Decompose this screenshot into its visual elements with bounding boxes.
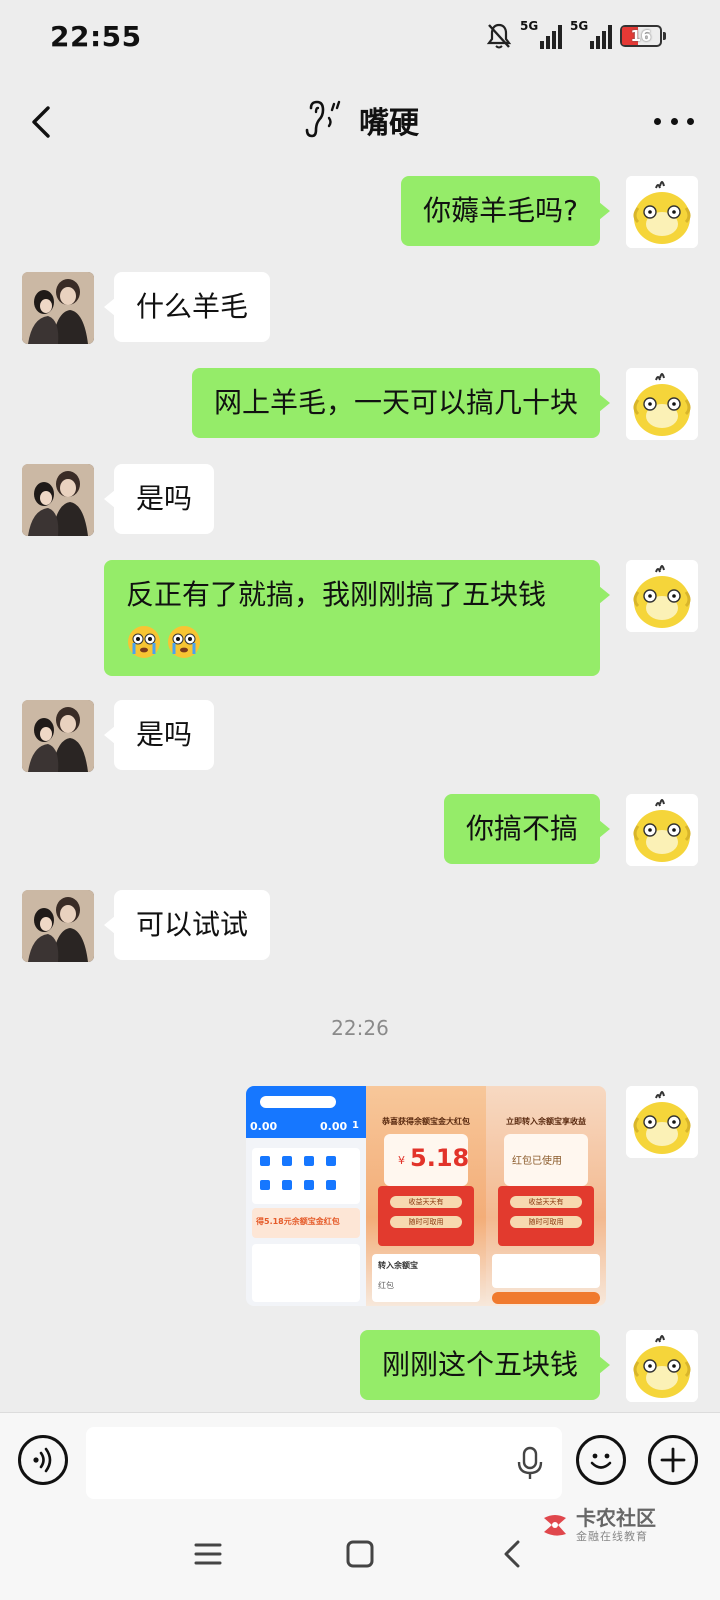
panel-promo-text: 得5.18元余额宝金红包 (256, 1217, 340, 1226)
panel-transfer: 转入余额宝 红包 (372, 1254, 480, 1302)
battery-level: 16 (630, 27, 652, 45)
panel-btn-1: 收益天天有 (390, 1196, 462, 1208)
panel-amount-card: ¥ 5.18 (384, 1134, 470, 1186)
smiley-icon[interactable] (576, 1435, 626, 1485)
menu-icon[interactable] (188, 1534, 228, 1574)
contact-photo-icon (22, 272, 94, 344)
duck-avatar-icon (626, 368, 698, 440)
panel-status: 红包已使用 (512, 1156, 562, 1167)
title-group: 嘴硬 (0, 98, 720, 142)
more-dots-icon[interactable] (654, 106, 694, 136)
incoming-message[interactable]: 是吗 (103, 464, 215, 534)
input-bar (0, 1412, 720, 1512)
status-icons: 5G 5G 16 (486, 19, 666, 50)
back-icon[interactable] (492, 1534, 532, 1574)
incoming-message[interactable]: 可以试试 (103, 890, 271, 960)
panel-action (492, 1292, 600, 1304)
chat-header: 嘴硬 (0, 80, 720, 164)
self-avatar[interactable] (626, 560, 698, 632)
watermark-logo-icon (544, 1515, 566, 1536)
plus-icon[interactable] (648, 1435, 698, 1485)
panel-info (492, 1254, 600, 1288)
image-message[interactable]: 0.00 0.00 1 得5.18元余额宝金红包 恭喜获得余额宝金大红包 ¥ 5… (246, 1086, 606, 1306)
emoji-row (126, 618, 578, 664)
panel-searchbar (260, 1096, 336, 1108)
mute-bell-icon (486, 23, 512, 49)
incoming-message[interactable]: 什么羊毛 (103, 272, 271, 342)
contact-photo-icon (22, 464, 94, 536)
panel-currency: ¥ (398, 1154, 405, 1167)
duck-avatar-icon (626, 1330, 698, 1402)
panel-balance-right: 0.00 (320, 1120, 348, 1133)
contact-photo-icon (22, 700, 94, 772)
contact-avatar[interactable] (22, 700, 94, 772)
self-avatar[interactable] (626, 1330, 698, 1402)
panel-row-sub: 红包 (378, 1281, 394, 1290)
panel-envelope: 收益天天有 随时可取用 (378, 1186, 474, 1246)
signal-label: 5G (570, 19, 589, 33)
outgoing-message[interactable]: 刚刚这个五块钱 (359, 1330, 611, 1400)
self-avatar[interactable] (626, 794, 698, 866)
message-text: 反正有了就搞，我刚刚搞了五块钱 (126, 578, 547, 611)
screenshot-panel-used: 立即转入余额宝享收益 红包已使用 收益天天有 随时可取用 (486, 1086, 606, 1306)
message-input[interactable] (86, 1427, 562, 1499)
chat-title: 嘴硬 (359, 106, 419, 141)
screenshot-panel-home: 0.00 0.00 1 得5.18元余额宝金红包 (246, 1086, 366, 1306)
outgoing-message[interactable]: 你薅羊毛吗? (401, 176, 610, 246)
outgoing-message[interactable]: 反正有了就搞，我刚刚搞了五块钱 (104, 560, 610, 676)
duck-avatar-icon (626, 176, 698, 248)
status-time: 22:55 (50, 20, 142, 53)
outgoing-message[interactable]: 网上羊毛，一天可以搞几十块 (191, 368, 611, 438)
status-bar: 22:55 5G 5G 16 (0, 0, 720, 80)
ear-icon[interactable] (301, 98, 345, 142)
panel-row-label: 转入余额宝 (378, 1261, 418, 1270)
panel-btn-2: 随时可取用 (510, 1216, 582, 1228)
contact-photo-icon (22, 890, 94, 962)
panel-btn-1: 收益天天有 (510, 1196, 582, 1208)
outgoing-message[interactable]: 你搞不搞 (443, 794, 611, 864)
contact-avatar[interactable] (22, 890, 94, 962)
watermark: 卡农社区 金融在线教育 (540, 1508, 656, 1542)
duck-avatar-icon (626, 560, 698, 632)
panel-balance-small: 1 (352, 1120, 359, 1131)
watermark-name: 卡农社区 (576, 1506, 656, 1530)
self-avatar[interactable] (626, 368, 698, 440)
microphone-icon[interactable] (514, 1446, 546, 1480)
panel-grid (252, 1148, 360, 1204)
battery-icon: 16 (620, 25, 666, 47)
duck-avatar-icon (626, 794, 698, 866)
signal-label: 5G (520, 19, 539, 33)
crying-face-icon (168, 626, 200, 658)
screenshot-panel-redpacket: 恭喜获得余额宝金大红包 ¥ 5.18 收益天天有 随时可取用 转入余额宝 红包 (366, 1086, 486, 1306)
panel-headline: 恭喜获得余额宝金大红包 (382, 1117, 470, 1126)
self-avatar[interactable] (626, 176, 698, 248)
smiley-glyph (590, 1453, 612, 1469)
voice-wave-glyph (33, 1447, 52, 1473)
incoming-message[interactable]: 是吗 (103, 700, 215, 770)
panel-promo: 得5.18元余额宝金红包 (252, 1208, 360, 1238)
panel-status-card: 红包已使用 (504, 1134, 588, 1186)
panel-list (252, 1244, 360, 1302)
duck-avatar-icon (626, 1086, 698, 1158)
home-icon[interactable] (340, 1534, 380, 1574)
plus-glyph (660, 1447, 686, 1473)
contact-avatar[interactable] (22, 272, 94, 344)
message-timestamp: 22:26 (331, 1016, 389, 1040)
panel-btn-2: 随时可取用 (390, 1216, 462, 1228)
panel-balance-left: 0.00 (250, 1120, 278, 1133)
contact-avatar[interactable] (22, 464, 94, 536)
signal-5g-icon: 5G (520, 19, 562, 49)
self-avatar[interactable] (626, 1086, 698, 1158)
signal-5g-icon: 5G (570, 19, 612, 49)
panel-headline: 立即转入余额宝享收益 (506, 1117, 586, 1126)
crying-face-icon (128, 626, 160, 658)
voice-mode-icon[interactable] (18, 1435, 68, 1485)
watermark-subtitle: 金融在线教育 (576, 1530, 648, 1543)
panel-envelope: 收益天天有 随时可取用 (498, 1186, 594, 1246)
panel-amount: 5.18 (410, 1144, 470, 1172)
